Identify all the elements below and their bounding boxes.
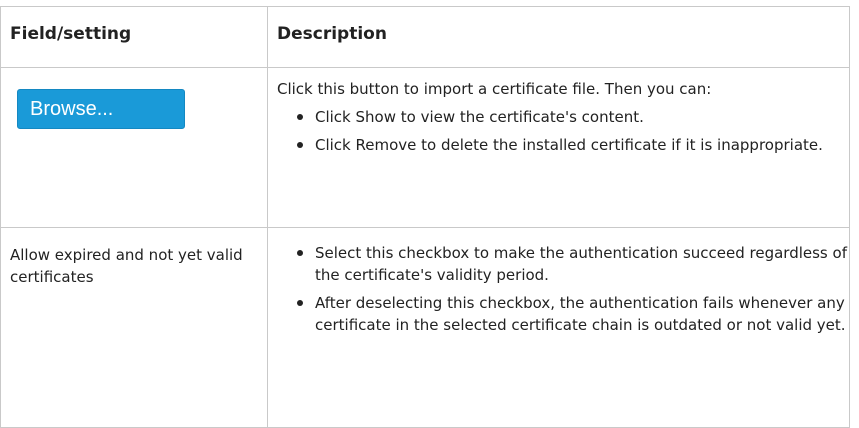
description-intro: Click this button to import a certificat… — [277, 80, 712, 98]
bullet-list: Click Show to view the certificate's con… — [277, 106, 849, 156]
header-description: Description — [267, 6, 850, 68]
settings-table: Field/setting Description Browse... Clic… — [0, 6, 850, 428]
description-cell: Select this checkbox to make the authent… — [267, 227, 850, 428]
table-row: Browse... Click this button to import a … — [0, 67, 850, 228]
field-cell: Browse... — [0, 67, 268, 228]
list-item: Select this checkbox to make the authent… — [297, 242, 849, 286]
browse-button[interactable]: Browse... — [17, 89, 185, 129]
field-cell: Allow expired and not yet valid certific… — [0, 227, 268, 428]
header-field-setting: Field/setting — [0, 6, 268, 68]
header-row: Field/setting Description — [0, 6, 850, 68]
table-row: Allow expired and not yet valid certific… — [0, 227, 850, 428]
description-cell: Click this button to import a certificat… — [267, 67, 850, 228]
list-item: Click Remove to delete the installed cer… — [297, 134, 849, 156]
list-item: Click Show to view the certificate's con… — [297, 106, 849, 128]
bullet-list: Select this checkbox to make the authent… — [277, 242, 849, 336]
list-item: After deselecting this checkbox, the aut… — [297, 292, 849, 336]
